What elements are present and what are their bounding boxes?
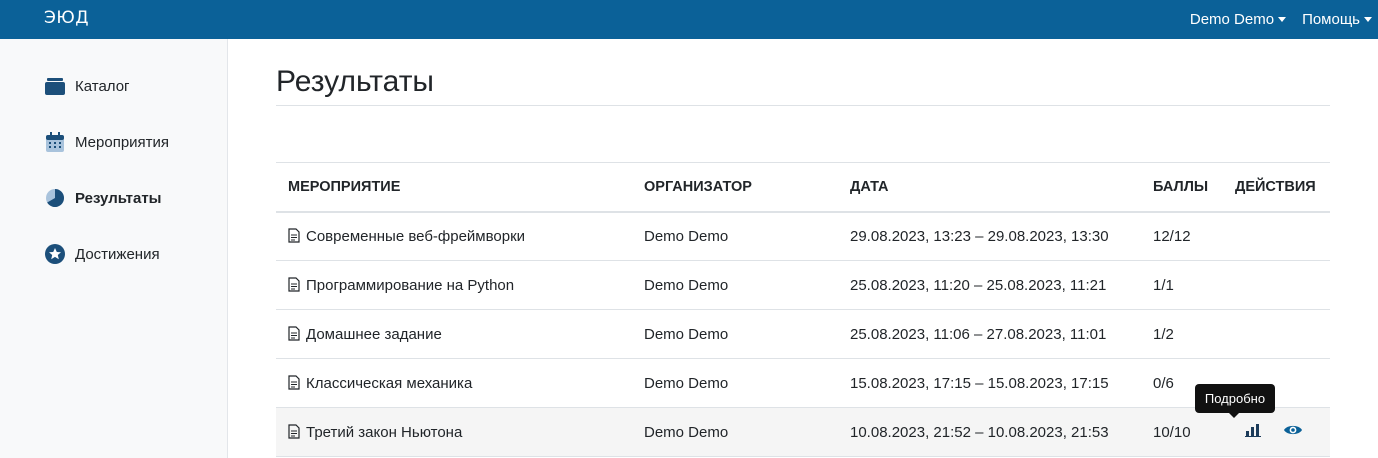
organizer-cell: Demo Demo [632,309,838,359]
document-icon [288,374,300,390]
row-actions [1235,423,1318,441]
sidebar-item-label: Результаты [75,189,162,207]
event-cell[interactable]: Современные веб-фреймворки [276,211,632,261]
date-cell: 10.08.2023, 21:52 – 10.08.2023, 21:53 [838,407,1141,457]
sidebar-item-label: Достижения [75,245,160,263]
logo[interactable]: ЭЮД [44,8,89,28]
document-icon [288,228,300,243]
organizer-cell: Demo Demo [632,358,838,408]
help-menu-label: Помощь [1302,11,1360,28]
sidebar: Каталог Мероприятия Результаты Достижени… [0,39,228,458]
actions-cell [1223,211,1330,261]
sidebar-item-events[interactable]: Мероприятия [45,132,169,152]
column-header-organizer[interactable]: ОРГАНИЗАТОР [632,162,838,213]
table-row: Домашнее задание Demo Demo 25.08.2023, 1… [276,309,1330,359]
table-row: Современные веб-фреймворки Demo Demo 29.… [276,211,1330,261]
help-menu-dropdown[interactable]: Помощь [1302,11,1372,28]
table-row: Третий закон Ньютона Demo Demo 10.08.202… [276,407,1330,457]
view-button[interactable] [1283,423,1303,441]
details-tooltip: Подробно [1195,384,1275,418]
column-header-date[interactable]: ДАТА [838,162,1141,213]
calendar-icon [45,132,65,152]
date-cell: 29.08.2023, 13:23 – 29.08.2023, 13:30 [838,211,1141,261]
event-cell[interactable]: Классическая механика [276,358,632,408]
eye-icon [1284,425,1302,435]
event-name: Домашнее задание [306,325,442,343]
title-divider [276,105,1330,106]
sidebar-item-achievements[interactable]: Достижения [45,244,160,264]
date-cell: 25.08.2023, 11:06 – 27.08.2023, 11:01 [838,309,1141,359]
column-header-score[interactable]: БАЛЛЫ [1141,162,1223,213]
star-icon [45,244,65,264]
score-cell: 12/12 [1141,211,1223,261]
actions-cell [1223,260,1330,310]
document-icon [288,325,300,341]
table-header-row: МЕРОПРИЯТИЕ ОРГАНИЗАТОР ДАТА БАЛЛЫ ДЕЙСТ… [276,162,1330,213]
sidebar-item-catalog[interactable]: Каталог [45,76,130,96]
actions-cell [1223,309,1330,359]
pie-chart-icon [45,188,65,208]
catalog-icon [45,76,65,96]
user-menu-dropdown[interactable]: Demo Demo [1189,11,1287,28]
bar-chart-icon [1245,424,1261,437]
organizer-cell: Demo Demo [632,407,838,457]
score-cell: 10/10 [1141,407,1223,457]
details-button[interactable] [1245,423,1261,441]
user-menu-label: Demo Demo [1189,11,1275,28]
caret-down-icon [1278,17,1287,22]
sidebar-item-label: Мероприятия [75,133,170,151]
top-navbar: ЭЮД Demo Demo Помощь [0,0,1378,39]
table-row: Классическая механика Demo Demo 15.08.20… [276,358,1330,408]
document-icon [288,423,300,439]
event-name: Современные веб-фреймворки [306,227,526,245]
event-cell[interactable]: Третий закон Ньютона [276,407,632,457]
column-header-actions: ДЕЙСТВИЯ [1223,162,1330,213]
column-header-event[interactable]: МЕРОПРИЯТИЕ [276,162,632,213]
page-title: Результаты [276,65,434,98]
navbar-right: Demo Demo Помощь [1190,0,1372,39]
sidebar-item-label: Каталог [75,77,130,95]
event-name: Классическая механика [306,374,473,392]
table-row: Программирование на Python Demo Demo 25.… [276,260,1330,310]
event-cell[interactable]: Домашнее задание [276,309,632,359]
caret-down-icon [1364,17,1372,22]
event-name: Третий закон Ньютона [306,423,463,441]
date-cell: 15.08.2023, 17:15 – 15.08.2023, 17:15 [838,358,1141,408]
document-icon [288,276,300,292]
date-cell: 25.08.2023, 11:20 – 25.08.2023, 11:21 [838,260,1141,310]
organizer-cell: Demo Demo [632,260,838,310]
score-cell: 1/2 [1141,309,1223,359]
score-cell: 1/1 [1141,260,1223,310]
results-table: МЕРОПРИЯТИЕ ОРГАНИЗАТОР ДАТА БАЛЛЫ ДЕЙСТ… [276,162,1330,457]
event-cell[interactable]: Программирование на Python [276,260,632,310]
actions-cell [1223,407,1330,457]
event-name: Программирование на Python [306,276,515,294]
sidebar-item-results[interactable]: Результаты [45,188,161,208]
organizer-cell: Demo Demo [632,211,838,261]
